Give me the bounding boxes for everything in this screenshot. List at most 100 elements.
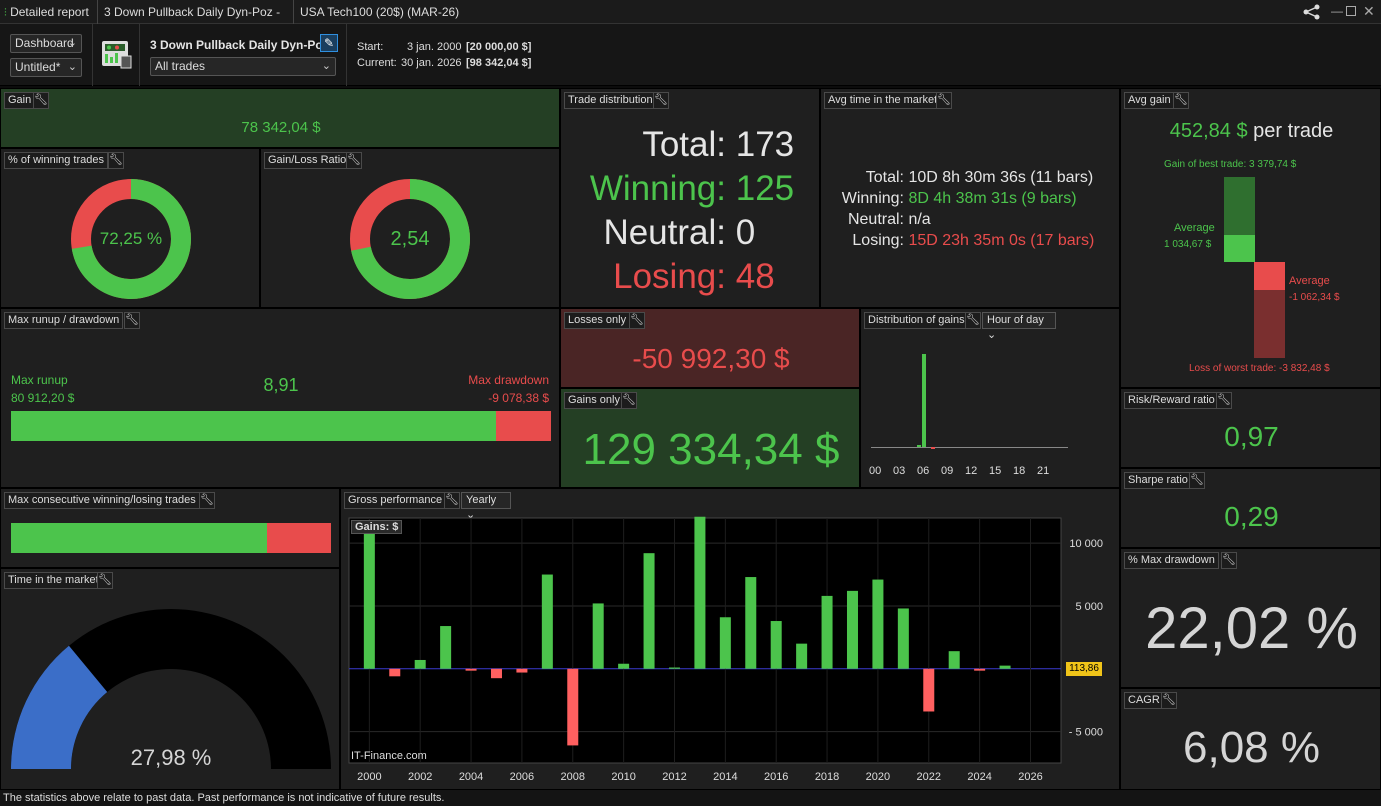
wrench-icon[interactable]: 🔧︎ [936,92,952,109]
bar-2012 [668,667,680,669]
edit-icon[interactable]: ✎ [320,34,338,52]
panel-title: Gains only [564,392,624,409]
dist-ticks: 00 03 06 09 12 15 18 21 [861,465,1121,479]
distribution-gains-panel: Distribution of gains 🔧︎ Hour of day ⌄ 0… [860,308,1120,488]
bar-2023 [948,651,960,669]
trades-filter-dropdown[interactable]: All trades ⌄ [150,57,336,76]
winning-pct-value: 72,25 % [99,229,163,248]
x-tick-label: 2000 [357,771,381,783]
bar-2011 [643,553,655,669]
panel-title: % Max drawdown [1124,552,1219,569]
avg-win-label: Average [1174,222,1215,234]
bar-2007 [541,574,553,669]
panel-title: Losses only [564,312,631,329]
share-icon[interactable] [1302,3,1322,21]
dist-tick-label: 12 [965,465,978,477]
maximize-icon[interactable] [1346,6,1356,16]
close-icon[interactable]: ✕ [1363,0,1375,22]
risk-reward-value: 0,97 [1224,421,1279,452]
bar-2009 [592,603,604,669]
start-label: Start: [357,41,384,53]
worst-trade-label: Loss of worst trade: -3 832,48 $ [1189,363,1330,374]
avg-gain-panel: Avg gain 🔧︎ 452,84 $ per trade Gain of b… [1120,88,1381,388]
wrench-icon[interactable]: 🔧︎ [621,392,637,409]
dist-tick-label: 03 [893,465,906,477]
avg-gain-value: 452,84 $ [1169,120,1248,142]
runup-drawdown-panel: Max runup / drawdown 🔧︎ Max runup 80 912… [0,308,560,488]
wrench-icon[interactable]: 🔧︎ [1221,552,1237,569]
wrench-icon[interactable]: 🔧︎ [965,312,981,329]
chart-ylabel: Gains: $ [351,520,403,534]
panel-title: Risk/Reward ratio [1124,392,1219,409]
bar-2010 [618,663,630,669]
wrench-icon[interactable]: 🔧︎ [346,152,362,169]
bar-2005 [490,668,502,679]
x-tick-label: 2018 [815,771,839,783]
gross-performance-chart: 10 000 5 000 - 5 000 2000 2002 2004 2006 2008 20… [348,516,1103,783]
worst-trade-bar [1254,290,1285,358]
bar-2015 [745,577,757,669]
layout-dropdown[interactable]: Untitled* ⌄ [10,58,82,77]
x-tick-label: 2026 [1018,771,1042,783]
wrench-icon[interactable]: 🔧︎ [629,312,645,329]
drawdown-label: Max drawdown [468,373,549,387]
view-dropdown[interactable]: Dashboard ⌄ [10,34,82,53]
y-tick-label: 10 000 [1069,538,1103,550]
cagr-value: 6,08 % [1183,723,1320,772]
trade-distribution-panel: Trade distribution 🔧︎ Total: 173 Winning… [560,88,820,308]
wrench-icon[interactable]: 🔧︎ [1216,392,1232,409]
consecutive-panel: Max consecutive winning/losing trades 🔧︎ [0,488,340,568]
bar-2006 [516,668,528,673]
chevron-down-icon: ⌄ [67,61,77,73]
wrench-icon[interactable]: 🔧︎ [124,312,140,329]
runup-bar [11,411,497,441]
drawdown-value: -9 078,38 $ [488,391,549,405]
wrench-icon[interactable]: 🔧︎ [97,572,113,589]
wrench-icon[interactable]: 🔧︎ [108,152,124,169]
x-tick-label: 2012 [662,771,686,783]
x-tick-label: 2020 [866,771,890,783]
panel-title: Gain [4,92,36,109]
y-tick-label: 5 000 [1075,601,1103,613]
strategy-report-icon[interactable] [101,38,133,70]
dist-bar-05 [917,445,921,447]
wrench-icon[interactable]: 🔧︎ [199,492,215,509]
hour-of-day-dropdown[interactable]: Hour of day ⌄ [982,312,1056,341]
bar-2016 [770,621,782,669]
avg-time-list: Total: 10D 8h 30m 36s (11 bars) Winning:… [821,167,1121,251]
dist-tick-label: 09 [941,465,954,477]
gain-panel: Gain 🔧︎ 78 342,04 $ [0,88,560,148]
consecutive-winning-bar [11,523,267,553]
runup-label: Max runup [11,373,68,387]
wrench-icon[interactable]: 🔧︎ [1173,92,1189,109]
bar-2001 [389,668,401,677]
gain-loss-panel: Gain/Loss Ratio 🔧︎ 2,54 [260,148,560,308]
wrench-icon[interactable]: 🔧︎ [33,92,49,109]
risk-reward-panel: Risk/Reward ratio 🔧︎ 0,97 [1120,388,1381,468]
panel-title: Distribution of gains [864,312,969,329]
minimize-icon[interactable]: — [1331,0,1343,22]
panel-title: % of winning trades [4,152,108,169]
dist-axis [871,447,1068,448]
dist-row-losing: Losing: 48 [613,257,775,296]
candlestick-icon: ⫶ [4,7,7,19]
panel-title: Avg time in the market [824,92,942,109]
last-value-marker: 113,86 [1066,661,1102,676]
bar-2014 [719,617,731,669]
bar-2022 [923,668,935,712]
panel-title: Max consecutive winning/losing trades [4,492,200,509]
avg-loss-label: Average [1289,275,1330,287]
strategy-name: 3 Down Pullback Daily Dyn-Poz [150,38,329,52]
dist-bar-06 [922,354,926,447]
wrench-icon[interactable]: 🔧︎ [1189,472,1205,489]
sharpe-value: 0,29 [1224,501,1279,532]
cagr-panel: CAGR 🔧︎ 6,08 % [1120,688,1381,790]
wrench-icon[interactable]: 🔧︎ [653,92,669,109]
best-trade-label: Gain of best trade: 3 379,74 $ [1164,159,1297,170]
x-tick-label: 2010 [611,771,635,783]
max-drawdown-pct-panel: % Max drawdown 🔧︎ 22,02 % [1120,548,1381,688]
current-label: Current: [357,57,397,69]
avg-time-row-winning: Winning: 8D 4h 38m 31s (9 bars) [841,190,1077,207]
wrench-icon[interactable]: 🔧︎ [1161,692,1177,709]
window-title-instrument: USA Tech100 (20$) (MAR-26) [300,5,460,19]
